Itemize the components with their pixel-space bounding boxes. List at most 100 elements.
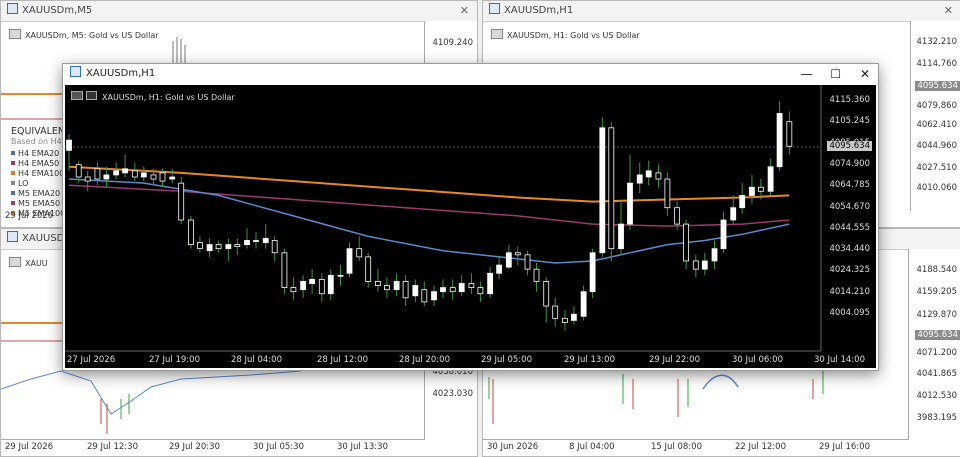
y-tick-label: 4109.240 <box>432 38 473 48</box>
candle <box>346 242 353 278</box>
legend-label: M5 EMA50 <box>18 199 61 208</box>
candle <box>262 224 269 249</box>
candle <box>94 162 101 186</box>
candle <box>169 168 176 184</box>
candle-body <box>674 207 681 225</box>
candle <box>440 279 446 298</box>
candle <box>412 279 419 302</box>
y-tick-label: 4012.530 <box>916 391 957 401</box>
candle-body <box>402 281 409 299</box>
legend-swatch <box>11 151 15 155</box>
candle <box>627 154 633 231</box>
candle-body <box>84 176 91 182</box>
candle-body <box>524 254 531 270</box>
chart-type-icon <box>71 91 83 100</box>
legend-entry: H4 EMA20 <box>11 149 65 159</box>
candle <box>683 220 689 270</box>
close-icon[interactable]: ✕ <box>944 1 953 21</box>
candle-body <box>346 248 353 274</box>
minimize-button[interactable]: — <box>794 64 820 84</box>
legend-entry: M5 EMA20 <box>11 189 65 199</box>
x-tick-label: 29 Jul 20:30 <box>169 442 220 452</box>
indicator-title: EQUIVALEN <box>11 126 66 137</box>
current-price-tag: 4095.634 <box>915 81 960 91</box>
candle <box>206 238 213 257</box>
candle <box>188 215 194 249</box>
candle <box>431 285 437 307</box>
candle-body <box>730 207 737 221</box>
chart-label-text: XAUUSDm, H1: Gold vs US Dollar <box>102 93 235 102</box>
candle-body <box>169 176 176 180</box>
legend-swatch <box>11 181 15 185</box>
maximize-button[interactable]: ☐ <box>823 64 849 84</box>
candle <box>505 244 512 270</box>
candle-body <box>570 313 577 321</box>
candle <box>739 183 746 214</box>
window-h1-titlebar[interactable]: XAUUSDm,H1 ✕ <box>483 1 960 22</box>
candle <box>140 166 147 182</box>
candle-body <box>290 287 297 293</box>
candle <box>375 269 381 292</box>
candle <box>421 281 428 307</box>
x-tick-label: 28 Jul 12:00 <box>317 355 368 365</box>
close-button[interactable]: ✕ <box>852 64 878 84</box>
active-window-titlebar[interactable]: XAUUSDm,H1 — ☐ ✕ <box>63 64 878 84</box>
x-tick-label: 30 Jul 13:30 <box>337 442 388 452</box>
candle <box>215 240 222 253</box>
y-tick-label: 4014.210 <box>829 286 870 297</box>
legend-swatch <box>11 201 15 205</box>
candle <box>131 162 138 182</box>
y-tick-label: 4071.200 <box>916 348 957 358</box>
candle-body <box>627 182 633 225</box>
candle-body <box>618 223 624 250</box>
chart-window-icon <box>70 66 81 77</box>
y-axis: 4132.210 4114.760 4095.634 4079.860 4062… <box>910 21 960 211</box>
candle-body <box>300 281 307 291</box>
candle <box>477 281 484 302</box>
candle-body <box>225 244 232 250</box>
side-date-label: 29 Jul 2026 <box>5 211 54 221</box>
candle <box>580 285 587 321</box>
window-controls: — ☐ ✕ <box>794 64 878 84</box>
candle <box>608 121 615 261</box>
indicator-legend: H4 EMA20 H4 EMA50 H4 EMA100 LO M5 EMA20 M5 EM… <box>11 149 65 219</box>
candle-body <box>758 186 764 192</box>
active-chart-window[interactable]: XAUUSDm,H1 — ☐ ✕ XAUUSDm, H1: Gold vs US… <box>62 63 879 371</box>
candle-body <box>533 268 540 282</box>
candle-body <box>178 182 185 221</box>
candle-body <box>412 285 419 297</box>
candle <box>449 279 456 300</box>
y-tick-label: 4023.030 <box>432 389 473 399</box>
candle-body <box>655 172 662 180</box>
candle-body <box>66 139 72 151</box>
candlestick-chart-svg <box>65 85 822 352</box>
candle-body <box>664 178 671 209</box>
chart-label: XAUUSDm, H1: Gold vs US Dollar <box>491 29 640 40</box>
candle-body <box>150 174 157 180</box>
candle <box>776 101 783 171</box>
candle <box>468 273 475 294</box>
indicator-subtitle: Based on H4 <box>11 137 62 146</box>
candle <box>365 252 372 288</box>
price-chart[interactable]: XAUUSDm, H1: Gold vs US Dollar 4115.360 4… <box>65 85 876 368</box>
candle-body <box>468 283 475 288</box>
y-tick-label: 4010.060 <box>916 183 957 193</box>
candle-body <box>608 127 615 250</box>
candle-body <box>543 281 550 307</box>
y-tick-label: 4024.325 <box>829 265 870 276</box>
y-tick-label: 4079.860 <box>916 101 957 111</box>
candle-body <box>692 260 699 270</box>
legend-label: H4 EMA50 <box>18 159 60 168</box>
candle-body <box>487 272 494 295</box>
x-tick-label: 27 Jul 2026 <box>67 355 116 365</box>
candle-body <box>375 281 381 286</box>
candle <box>552 297 559 327</box>
candle <box>281 248 288 294</box>
candle-body <box>318 279 325 295</box>
candle-body <box>749 186 755 196</box>
x-tick-label: 29 Jul 16:00 <box>819 442 870 452</box>
candle-body <box>188 219 194 245</box>
candle-body <box>262 238 269 243</box>
candle <box>533 263 540 292</box>
x-tick-label: 30 Jul 06:00 <box>732 355 783 365</box>
